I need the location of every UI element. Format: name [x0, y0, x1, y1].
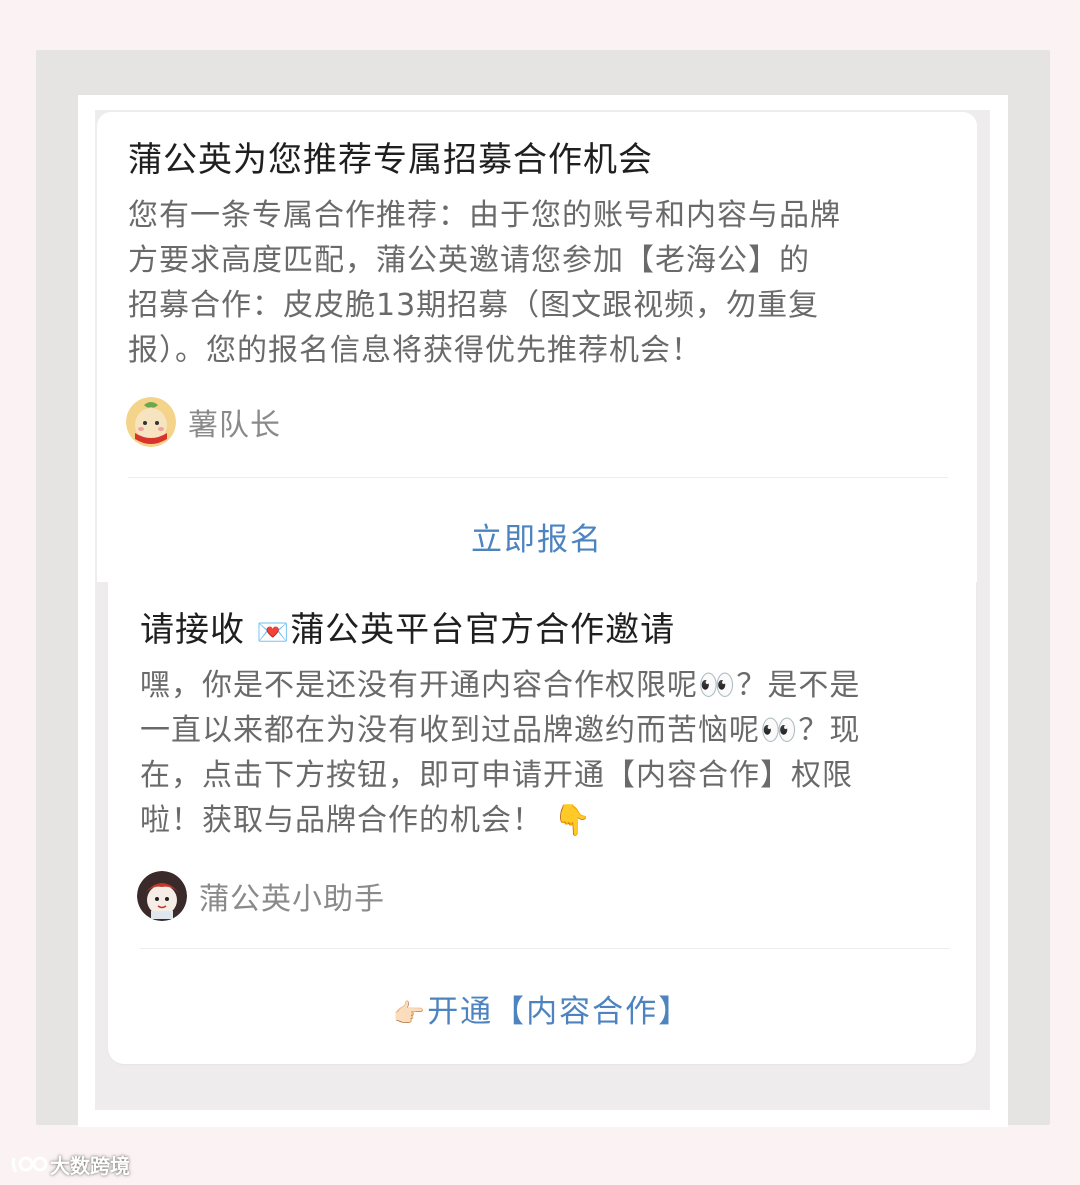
card2-title-suffix: 蒲公英平台官方合作邀请: [290, 610, 676, 650]
logo-icon: [11, 1156, 48, 1173]
sender-name: 蒲公英小助手: [199, 882, 385, 917]
card1-sender[interactable]: 薯队长: [126, 397, 281, 447]
watermark-text: 大数跨境: [50, 1154, 130, 1178]
card1-divider: [128, 477, 948, 478]
card2-sender[interactable]: 蒲公英小助手: [137, 871, 385, 921]
enable-content-cooperation-button[interactable]: 👉🏻开通【内容合作】: [108, 986, 976, 1031]
card2-body-line: 一直以来都在为没有收到过品牌邀约而苦恼呢👀？现: [140, 713, 861, 748]
card1-body-line: 报）。您的报名信息将获得优先推荐机会！: [128, 333, 702, 368]
card1-body-line: 方要求高度匹配，蒲公英邀请您参加【老海公】的: [128, 243, 810, 278]
enable-button-label: 开通【内容合作】: [427, 994, 692, 1030]
card2-body-line: 在，点击下方按钮，即可申请开通【内容合作】权限: [140, 758, 853, 793]
pointing-hand-icon: 👉🏻: [392, 999, 428, 1029]
card1-body-line: 您有一条专属合作推荐：由于您的账号和内容与品牌: [128, 198, 841, 233]
sender-avatar: [126, 397, 176, 447]
card2-body: 嘿，你是不是还没有开通内容合作权限呢👀？是不是 一直以来都在为没有收到过品牌邀约…: [140, 663, 960, 843]
love-letter-icon: 💌: [256, 618, 291, 648]
card1-title: 蒲公英为您推荐专属招募合作机会: [128, 140, 653, 180]
card1-body: 您有一条专属合作推荐：由于您的账号和内容与品牌 方要求高度匹配，蒲公英邀请您参加…: [128, 193, 958, 373]
card2-divider: [140, 948, 950, 949]
card2-title: 请接收 💌蒲公英平台官方合作邀请: [140, 602, 675, 651]
card1-body-line: 招募合作：皮皮脆13期招募（图文跟视频，勿重复: [128, 288, 820, 323]
sweet-potato-avatar-icon: [126, 397, 176, 447]
card2-body-line: 嘿，你是不是还没有开通内容合作权限呢👀？是不是: [140, 668, 861, 703]
card2-body-line: 啦！获取与品牌合作的机会！ 👇: [140, 803, 592, 838]
sender-name: 薯队长: [188, 408, 281, 443]
sign-up-button[interactable]: 立即报名: [97, 514, 977, 559]
watermark: 大数跨境: [10, 1150, 130, 1179]
card2-title-prefix: 请接收: [140, 610, 257, 650]
assistant-avatar-icon: [137, 871, 187, 921]
sender-avatar: [137, 871, 187, 921]
